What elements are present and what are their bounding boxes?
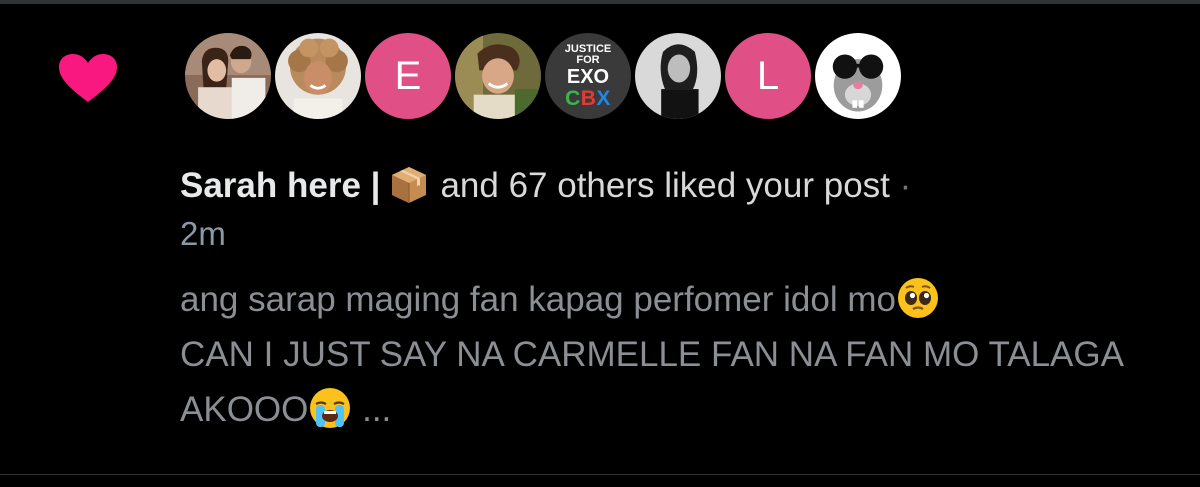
loudly-crying-face-icon [310, 388, 351, 428]
curly-hair-photo-image [275, 33, 361, 119]
notification-screen: E JUSTICE FOR EXO CBX L Sarah here | and… [0, 0, 1200, 487]
post-text-line1: ang sarap maging fan kapag perfomer idol… [180, 280, 896, 319]
avatar-mouse-sunglasses-photo[interactable] [812, 30, 904, 122]
avatar-bw-woman-photo[interactable] [632, 30, 724, 122]
avatar-letter-l[interactable]: L [722, 30, 814, 122]
avatar-letter-e[interactable]: E [362, 30, 454, 122]
couple-photo-image [185, 33, 271, 119]
liker-avatars: E JUSTICE FOR EXO CBX L [182, 30, 904, 122]
heart-icon [59, 54, 117, 102]
pleading-face-icon [897, 278, 938, 318]
package-icon [392, 167, 427, 203]
avatar-curly-hair-photo[interactable] [272, 30, 364, 122]
exo-logo-line-cbx: CBX [565, 86, 611, 110]
avatar-smiling-man-photo[interactable] [452, 30, 544, 122]
ellipsis: ... [352, 390, 392, 429]
exo-logo-line-for: FOR [576, 53, 600, 66]
actor-name-link[interactable]: Sarah here | [180, 166, 380, 205]
separator-dot: · [899, 166, 912, 205]
summary-text: and 67 others liked your post [440, 166, 890, 205]
notification-text: Sarah here | and 67 others liked your po… [180, 160, 1170, 437]
top-divider [0, 0, 1200, 4]
notification-summary-line: Sarah here | and 67 others liked your po… [180, 160, 1170, 212]
mouse-sunglasses-photo-image [815, 33, 901, 119]
bottom-divider [0, 474, 1200, 475]
bw-woman-photo-image [635, 33, 721, 119]
exo-logo-line-justice: JUSTICE [564, 42, 612, 55]
avatar-letter-text: E [394, 53, 422, 98]
timestamp: 2m [180, 215, 226, 252]
smiling-man-photo-image [455, 33, 541, 119]
post-snippet[interactable]: ang sarap maging fan kapag perfomer idol… [180, 272, 1170, 437]
avatar-justice-for-exo-cbx[interactable]: JUSTICE FOR EXO CBX [542, 30, 634, 122]
exo-logo-line-exo: EXO [566, 65, 610, 88]
avatar-letter-text: L [756, 53, 780, 98]
avatar-couple-photo[interactable] [182, 30, 274, 122]
